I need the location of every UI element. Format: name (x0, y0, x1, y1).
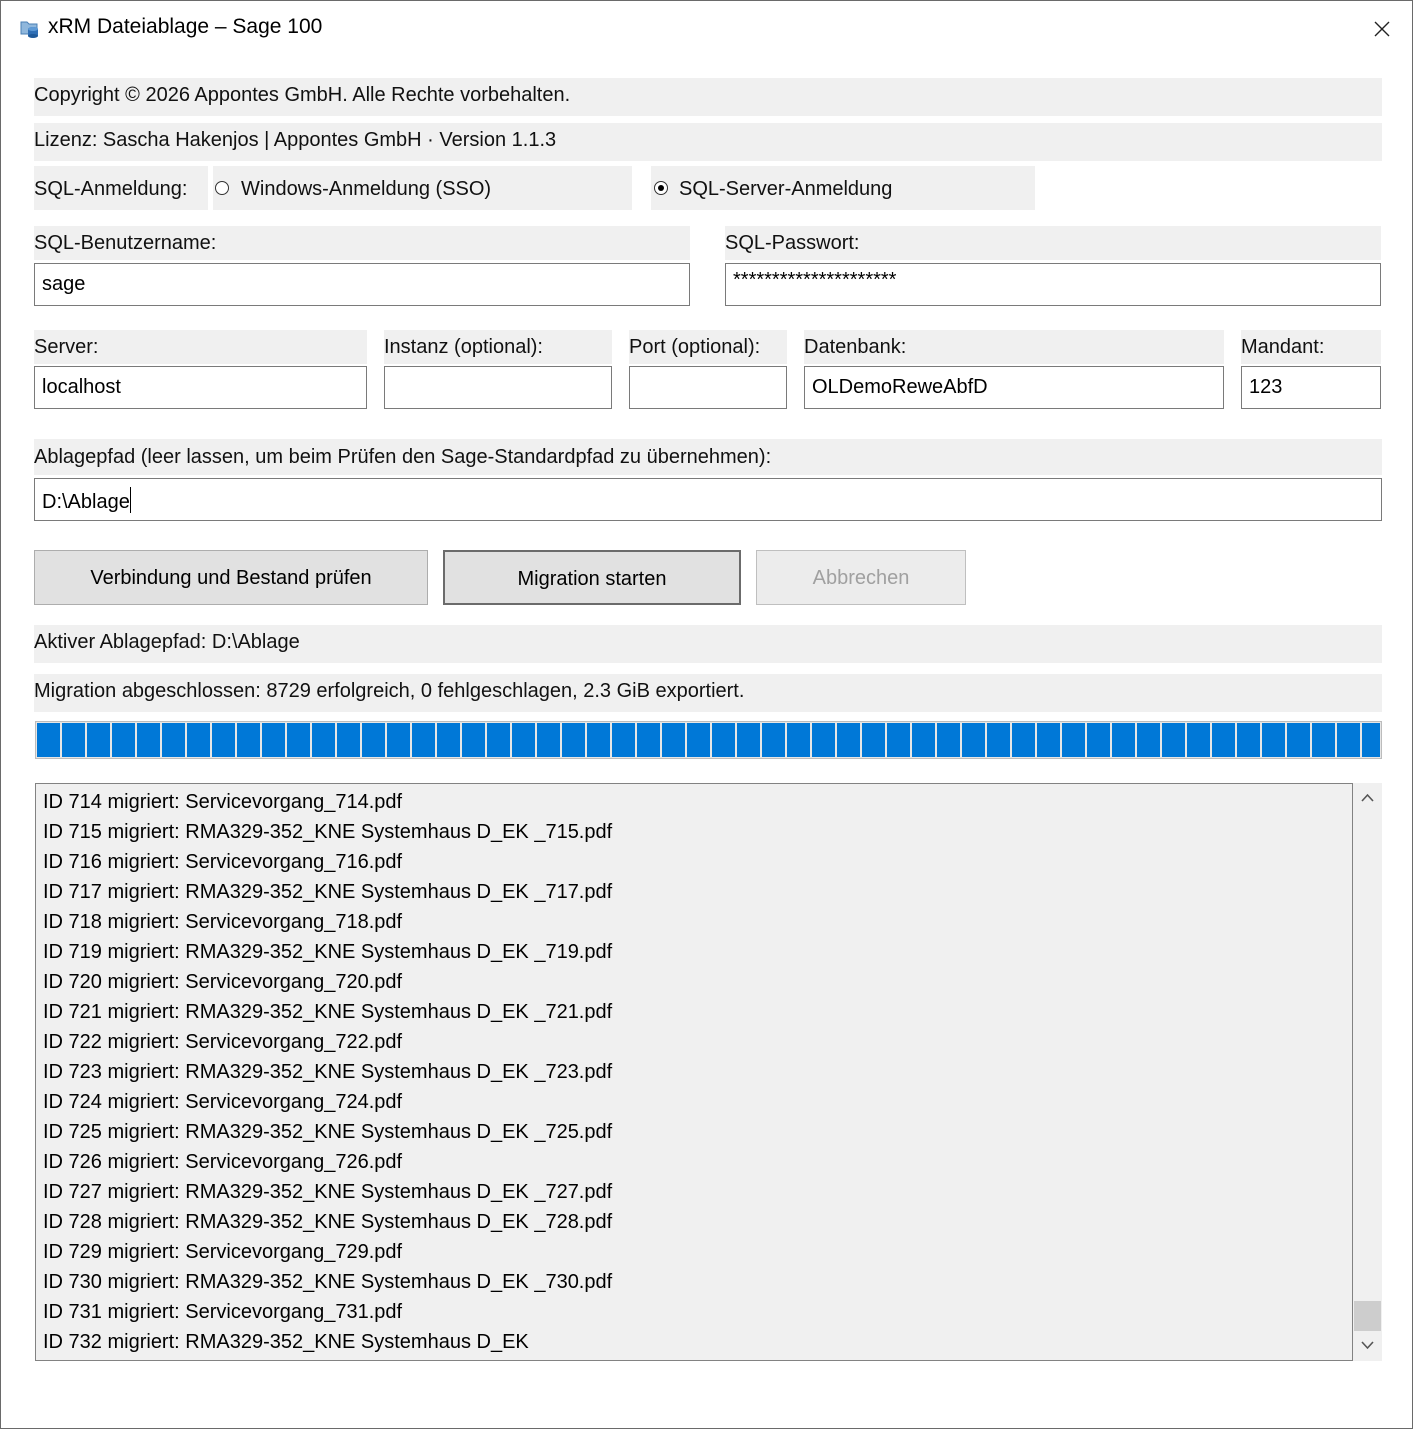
scroll-down-button[interactable] (1353, 1331, 1382, 1361)
log-scrollbar[interactable] (1353, 783, 1382, 1361)
server-label: Server: (34, 336, 99, 358)
port-input[interactable] (629, 366, 787, 409)
log-line: ID 723 migriert: RMA329-352_KNE Systemha… (43, 1061, 613, 1083)
log-line: ID 721 migriert: RMA329-352_KNE Systemha… (43, 1001, 613, 1023)
license-text: Lizenz: Sascha Hakenjos | Appontes GmbH … (34, 129, 557, 151)
check-connection-label: Verbindung und Bestand prüfen (90, 567, 372, 589)
log-line: ID 715 migriert: RMA329-352_KNE Systemha… (43, 821, 613, 843)
log-line: ID 724 migriert: Servicevorgang_724.pdf (43, 1091, 403, 1113)
log-line: ID 716 migriert: Servicevorgang_716.pdf (43, 851, 403, 873)
log-line: ID 720 migriert: Servicevorgang_720.pdf (43, 971, 403, 993)
start-migration-button[interactable]: Migration starten (443, 550, 741, 605)
progress-bar (35, 721, 1382, 759)
username-label: SQL-Benutzername: (34, 232, 217, 254)
client-label: Mandant: (1241, 336, 1325, 358)
migration-log[interactable]: ID 714 migriert: Servicevorgang_714.pdf I… (35, 783, 1353, 1361)
username-input[interactable]: sage (34, 263, 690, 306)
radio-selected-dot (658, 185, 664, 191)
log-line: ID 719 migriert: RMA329-352_KNE Systemha… (43, 941, 613, 963)
log-line: ID 732 migriert: RMA329-352_KNE Systemha… (43, 1331, 529, 1353)
database-folder-icon (19, 17, 41, 39)
close-button[interactable] (1364, 11, 1400, 47)
progress-fill (37, 723, 1380, 757)
instance-label: Instanz (optional): (384, 336, 543, 358)
log-line: ID 717 migriert: RMA329-352_KNE Systemha… (43, 881, 613, 903)
port-label: Port (optional): (629, 336, 761, 358)
log-line: ID 727 migriert: RMA329-352_KNE Systemha… (43, 1181, 613, 1203)
chevron-up-icon (1361, 793, 1374, 802)
radio-sql-login-indicator[interactable] (654, 181, 668, 195)
radio-windows-login-indicator[interactable] (215, 181, 229, 195)
log-line: ID 726 migriert: Servicevorgang_726.pdf (43, 1151, 403, 1173)
radio-windows-login-label[interactable]: Windows-Anmeldung (SSO) (241, 177, 491, 201)
window-title: xRM Dateiablage – Sage 100 (48, 15, 323, 38)
log-line: ID 731 migriert: Servicevorgang_731.pdf (43, 1301, 403, 1323)
storage-path-label: Ablagepfad (leer lassen, um beim Prüfen … (34, 446, 772, 468)
start-migration-label: Migration starten (517, 568, 667, 590)
radio-sql-login-label[interactable]: SQL-Server-Anmeldung (679, 177, 892, 201)
log-line: ID 729 migriert: Servicevorgang_729.pdf (43, 1241, 403, 1263)
log-line: ID 722 migriert: Servicevorgang_722.pdf (43, 1031, 403, 1053)
log-line: ID 718 migriert: Servicevorgang_718.pdf (43, 911, 403, 933)
close-icon (1374, 21, 1390, 37)
check-connection-button[interactable]: Verbindung und Bestand prüfen (34, 550, 428, 605)
client-input[interactable]: 123 (1241, 366, 1381, 409)
scroll-up-button[interactable] (1353, 783, 1382, 813)
log-line: ID 728 migriert: RMA329-352_KNE Systemha… (43, 1211, 613, 1233)
title-bar: xRM Dateiablage – Sage 100 (1, 1, 1412, 57)
storage-path-value: D:\Ablage (42, 491, 130, 513)
chevron-down-icon (1361, 1341, 1374, 1350)
database-label: Datenbank: (804, 336, 907, 358)
scroll-thumb[interactable] (1354, 1301, 1381, 1331)
log-line: ID 714 migriert: Servicevorgang_714.pdf (43, 791, 403, 813)
copyright-text: Copyright © 2026 Appontes GmbH. Alle Rec… (34, 84, 571, 106)
app-window: xRM Dateiablage – Sage 100 Copyright © 2… (0, 0, 1413, 1429)
cancel-label: Abbrechen (812, 567, 910, 589)
cancel-button[interactable]: Abbrechen (756, 550, 966, 605)
password-label: SQL-Passwort: (725, 232, 860, 254)
database-input[interactable]: OLDemoReweAbfD (804, 366, 1224, 409)
password-input[interactable]: ********************* (725, 263, 1381, 306)
instance-input[interactable] (384, 366, 612, 409)
storage-path-input[interactable]: D:\Ablage (34, 478, 1382, 521)
active-path-text: Aktiver Ablagepfad: D:\Ablage (34, 631, 300, 653)
server-input[interactable]: localhost (34, 366, 367, 409)
migration-result-text: Migration abgeschlossen: 8729 erfolgreic… (34, 680, 745, 702)
login-mode-label: SQL-Anmeldung: (34, 178, 188, 200)
log-line: ID 725 migriert: RMA329-352_KNE Systemha… (43, 1121, 613, 1143)
log-line: ID 730 migriert: RMA329-352_KNE Systemha… (43, 1271, 613, 1293)
text-cursor (129, 487, 131, 513)
